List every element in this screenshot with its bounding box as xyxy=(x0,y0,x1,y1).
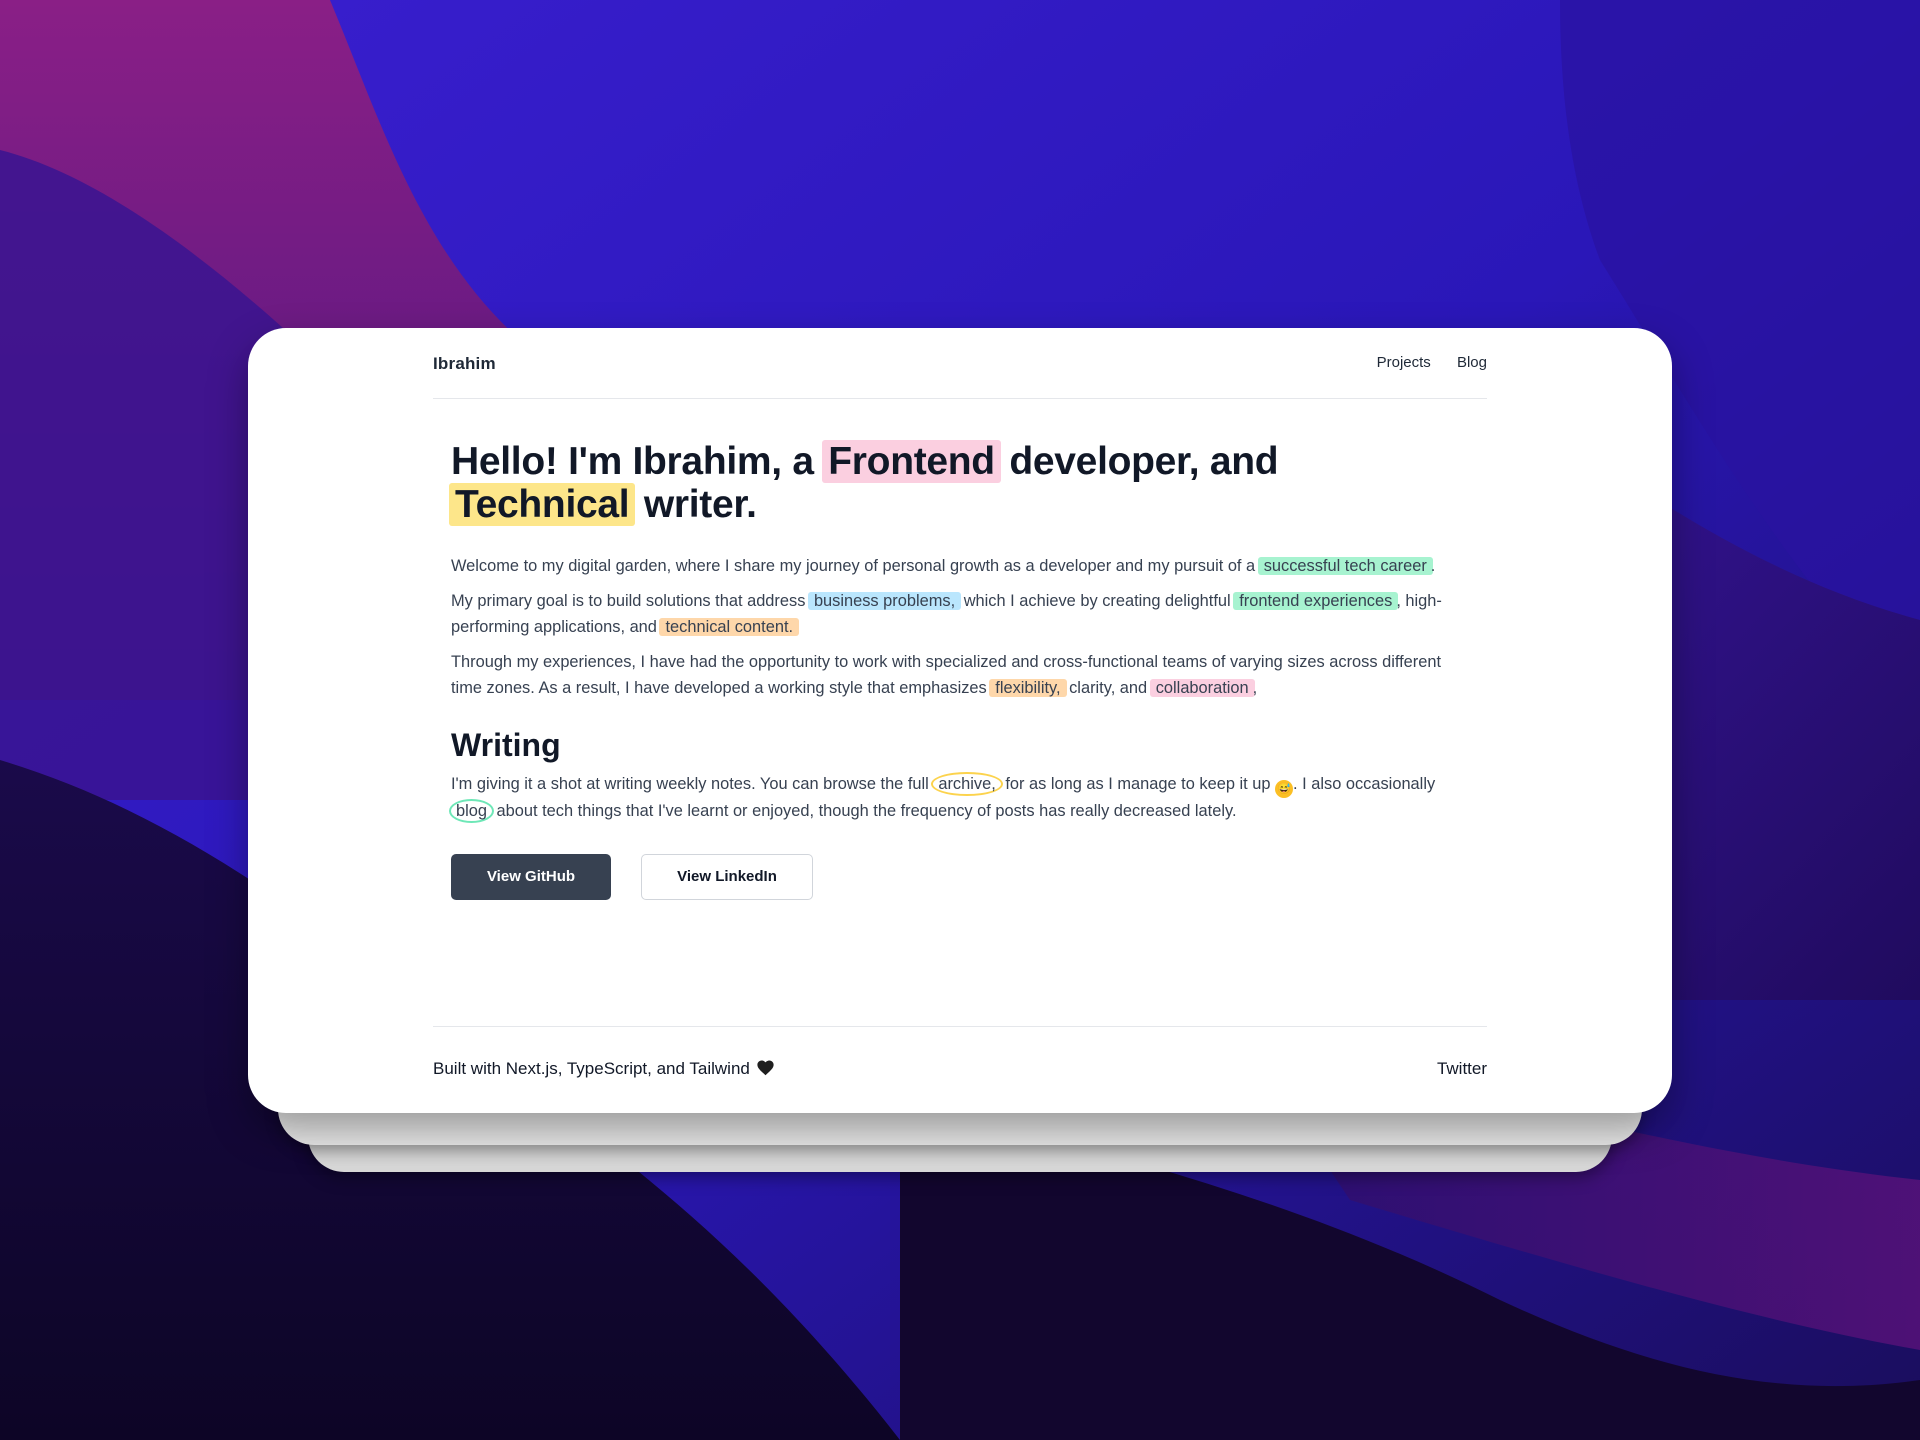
nav-link-projects[interactable]: Projects xyxy=(1377,354,1431,371)
top-navigation: Ibrahim Projects Blog xyxy=(433,328,1487,399)
footer: Built with Next.js, TypeScript, and Tail… xyxy=(433,1026,1487,1078)
main-content: Hello! I'm Ibrahim, a Frontend developer… xyxy=(449,440,1471,902)
writing-text-c: . I also occasionally xyxy=(1293,775,1436,793)
brand-name[interactable]: Ibrahim xyxy=(433,354,496,374)
footer-built-with-text: Built with Next.js, TypeScript, and Tail… xyxy=(433,1059,750,1078)
intro-paragraph-1: Welcome to my digital garden, where I sh… xyxy=(451,553,1471,579)
hero-title-part-2: developer, and xyxy=(998,440,1279,483)
intro-paragraph-3: Through my experiences, I have had the o… xyxy=(451,649,1471,701)
intro-p1-text-a: Welcome to my digital garden, where I sh… xyxy=(451,557,1260,575)
footer-built-with: Built with Next.js, TypeScript, and Tail… xyxy=(433,1059,775,1081)
hero-heading: Hello! I'm Ibrahim, a Frontend developer… xyxy=(449,440,1471,526)
highlight-collaboration: collaboration xyxy=(1149,679,1255,697)
highlight-business-problems: business problems, xyxy=(807,592,962,610)
sweat-smile-emoji-icon: 😅 xyxy=(1275,780,1294,798)
writing-heading: Writing xyxy=(451,727,561,763)
intro-p2-text-b: which I achieve by creating delightful xyxy=(959,592,1236,610)
intro-p2-text-a: My primary goal is to build solutions th… xyxy=(451,592,810,610)
view-github-button[interactable]: View GitHub xyxy=(451,854,611,900)
blog-link[interactable]: blog xyxy=(449,799,494,823)
intro-p3-text-a: Through my experiences, I have had the o… xyxy=(451,653,1442,697)
intro-paragraph-2: My primary goal is to build solutions th… xyxy=(451,588,1471,640)
hero-title-part-1: Hello! I'm Ibrahim, a xyxy=(451,440,825,483)
view-linkedin-button[interactable]: View LinkedIn xyxy=(641,854,813,900)
highlight-successful-tech-career: successful tech career xyxy=(1257,557,1433,575)
intro-p1-text-b: . xyxy=(1430,557,1436,575)
hero-title-part-3: writer. xyxy=(633,483,757,526)
highlight-flexibility: flexibility, xyxy=(989,679,1067,697)
action-buttons: View GitHub View LinkedIn xyxy=(451,854,1471,902)
writing-paragraph: I'm giving it a shot at writing weekly n… xyxy=(449,771,1471,824)
nav-link-blog[interactable]: Blog xyxy=(1457,354,1487,371)
highlight-technical-content: technical content. xyxy=(659,618,800,636)
highlight-frontend-experiences: frontend experiences xyxy=(1233,592,1399,610)
writing-text-b: for as long as I manage to keep it up xyxy=(1000,775,1276,793)
writing-text-a: I'm giving it a shot at writing weekly n… xyxy=(451,775,934,793)
archive-link[interactable]: archive, xyxy=(931,772,1003,796)
intro-p3-text-c: , xyxy=(1252,679,1258,697)
black-heart-icon xyxy=(756,1059,775,1081)
browser-card: Ibrahim Projects Blog Hello! I'm Ibrahim… xyxy=(248,328,1672,1113)
writing-text-d: about tech things that I've learnt or en… xyxy=(492,802,1237,820)
intro-p3-text-b: clarity, and xyxy=(1064,679,1152,697)
nav-links: Projects Blog xyxy=(1355,354,1487,371)
hero-highlight-technical: Technical xyxy=(449,483,636,526)
hero-highlight-frontend: Frontend xyxy=(822,440,1001,483)
page-container: Ibrahim Projects Blog Hello! I'm Ibrahim… xyxy=(433,328,1487,1113)
footer-twitter-link[interactable]: Twitter xyxy=(1437,1059,1487,1079)
